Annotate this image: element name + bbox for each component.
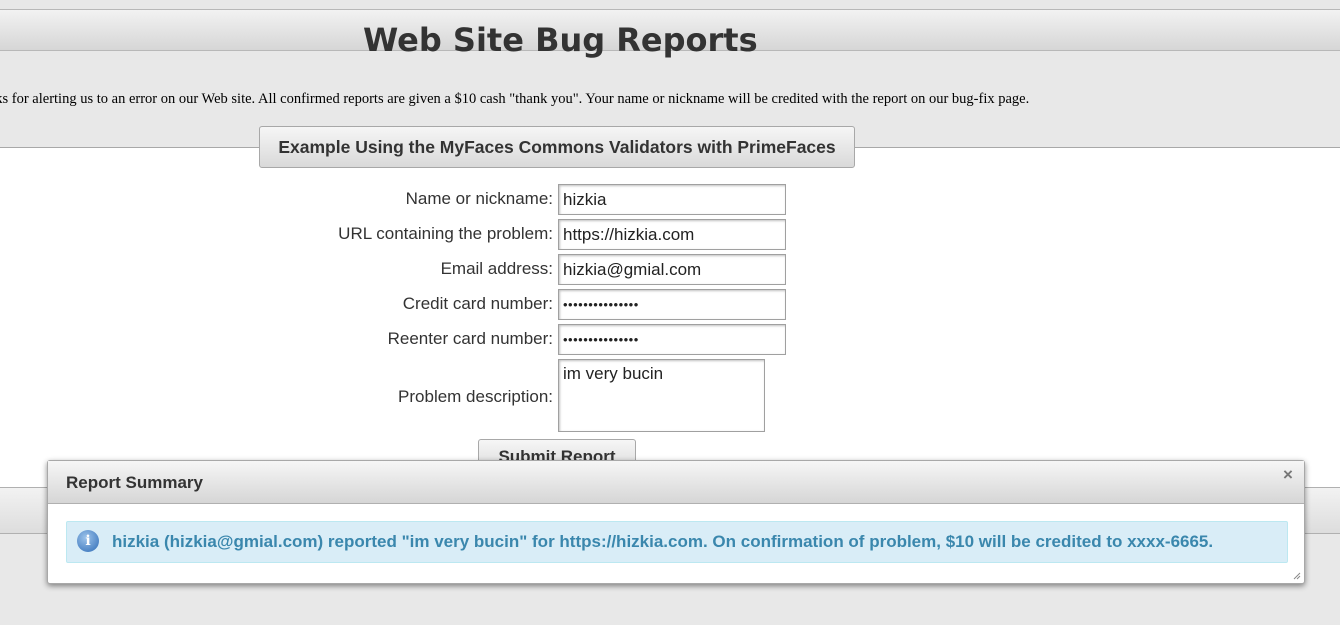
credit-card-label: Credit card number: xyxy=(402,294,553,313)
problem-description-textarea[interactable]: im very bucin xyxy=(558,359,765,432)
reenter-card-label: Reenter card number: xyxy=(387,329,553,348)
title-banner: Web Site Bug Reports xyxy=(0,9,1340,59)
url-label: URL containing the problem: xyxy=(338,224,553,243)
message-text: hizkia (hizkia@gmial.com) reported "im v… xyxy=(112,532,1214,551)
name-label: Name or nickname: xyxy=(405,189,553,208)
resize-handle-icon[interactable] xyxy=(1293,572,1301,580)
info-icon: i xyxy=(77,530,99,552)
name-input[interactable] xyxy=(558,184,786,215)
dialog-title: Report Summary xyxy=(66,473,203,492)
info-message: i hizkia (hizkia@gmial.com) reported "im… xyxy=(66,521,1288,563)
email-label: Email address: xyxy=(440,259,553,278)
intro-text: nks for alerting us to an error on our W… xyxy=(0,91,1030,107)
email-input[interactable] xyxy=(558,254,786,285)
close-icon[interactable]: × xyxy=(1281,466,1295,483)
problem-description-label: Problem description: xyxy=(398,387,553,406)
url-input[interactable] xyxy=(558,219,786,250)
report-summary-dialog: Report Summary × i hizkia (hizkia@gmial.… xyxy=(47,460,1305,584)
page-title: Web Site Bug Reports xyxy=(363,21,758,59)
dialog-titlebar[interactable]: Report Summary × xyxy=(48,461,1304,504)
reenter-card-input[interactable] xyxy=(558,324,786,355)
form-panel-header: Example Using the MyFaces Commons Valida… xyxy=(259,126,855,168)
credit-card-input[interactable] xyxy=(558,289,786,320)
